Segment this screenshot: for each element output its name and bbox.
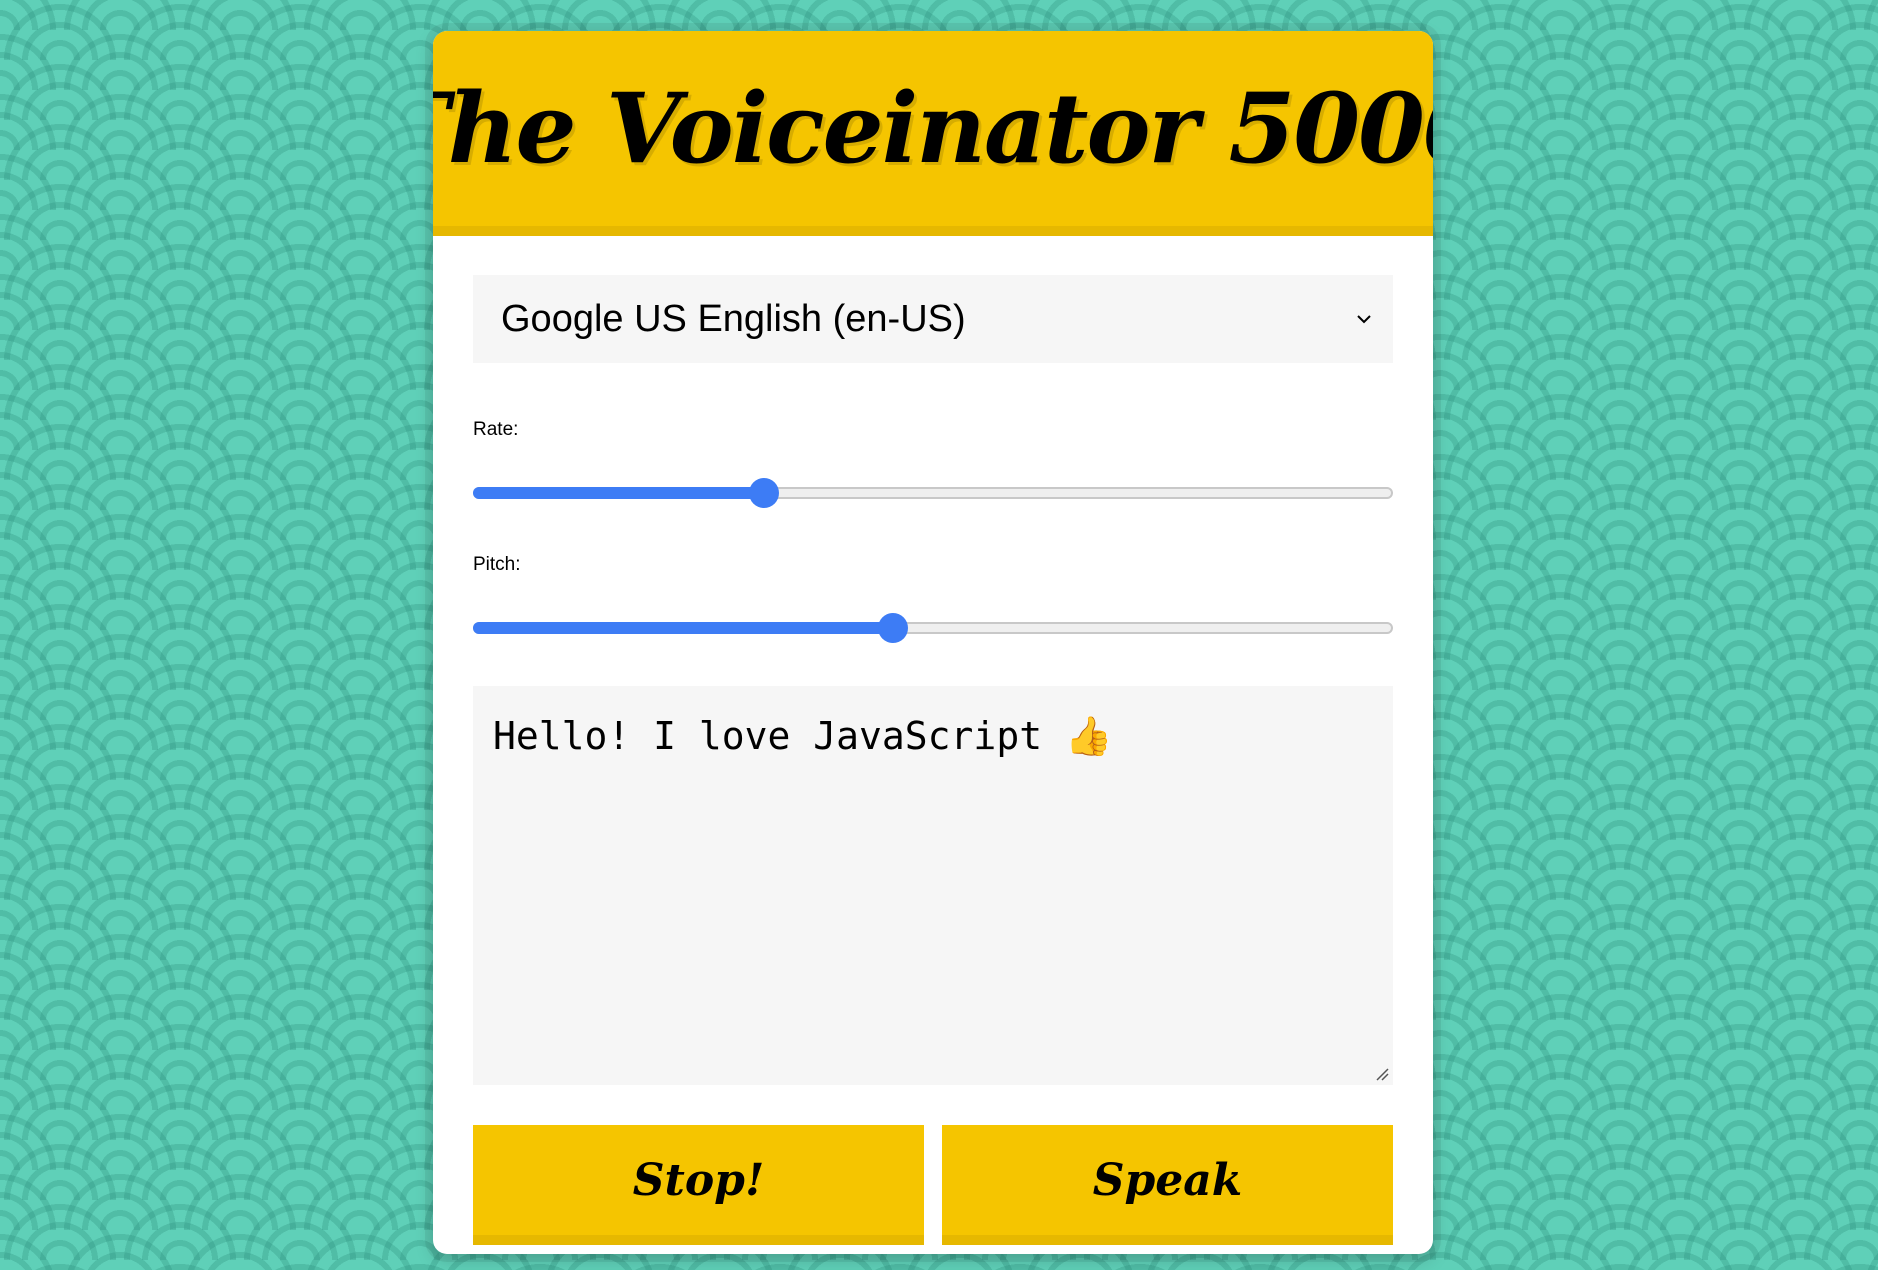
voice-select-value: Google US English (en-US): [501, 297, 966, 340]
chevron-down-icon: [1357, 315, 1371, 324]
speak-button[interactable]: Speak: [942, 1125, 1393, 1245]
voiceinator-panel: The Voiceinator 5000 Google US English (…: [433, 31, 1433, 1254]
rate-label: Rate:: [473, 419, 519, 440]
pitch-slider[interactable]: [473, 613, 1393, 643]
rate-slider-fill: [473, 487, 764, 499]
pitch-slider-fill: [473, 622, 893, 634]
rate-slider-thumb[interactable]: [749, 478, 779, 508]
message-textarea[interactable]: Hello! I love JavaScript 👍: [473, 686, 1393, 1085]
app-header: The Voiceinator 5000: [433, 31, 1433, 236]
pitch-label: Pitch:: [473, 554, 521, 575]
voice-select[interactable]: Google US English (en-US): [473, 275, 1393, 363]
message-text: Hello! I love JavaScript 👍: [493, 714, 1113, 758]
stop-button[interactable]: Stop!: [473, 1125, 924, 1245]
resize-grip-icon[interactable]: [1373, 1065, 1389, 1081]
app-title: The Voiceinator 5000: [433, 72, 1433, 185]
rate-slider[interactable]: [473, 478, 1393, 508]
pitch-slider-thumb[interactable]: [878, 613, 908, 643]
